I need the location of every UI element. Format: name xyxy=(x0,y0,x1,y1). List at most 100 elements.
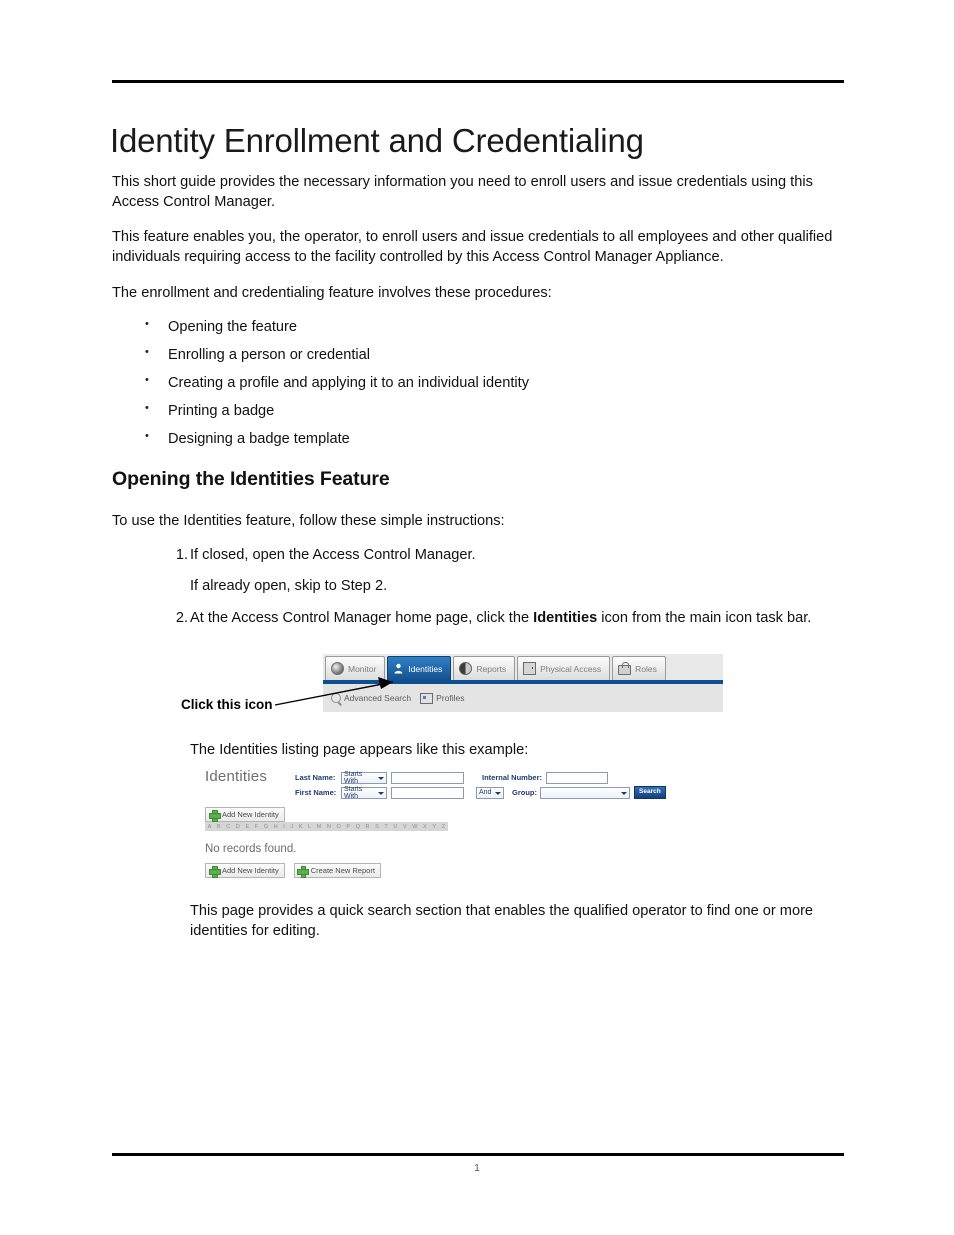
callout-label: Click this icon xyxy=(181,697,273,712)
step-1: 1. If closed, open the Access Control Ma… xyxy=(112,546,840,566)
first-name-operator-select[interactable]: Starts With xyxy=(341,785,387,800)
section-heading: Opening the Identities Feature xyxy=(112,468,390,490)
alpha-letter[interactable]: D xyxy=(236,824,240,830)
create-new-report-label: Create New Report xyxy=(310,866,375,875)
alpha-letter[interactable]: M xyxy=(317,824,322,830)
alpha-letter[interactable]: A xyxy=(208,824,212,830)
last-name-label: Last Name: xyxy=(295,773,336,782)
listing-caption-block: The Identities listing page appears like… xyxy=(112,740,840,760)
alpha-letter[interactable]: C xyxy=(226,824,230,830)
add-new-identity-bottom[interactable]: Add New Identity xyxy=(205,863,285,878)
conjunction-select[interactable]: And xyxy=(476,786,504,799)
alpha-letter[interactable]: E xyxy=(245,824,249,830)
list-item: Opening the feature xyxy=(112,317,840,338)
step-2-text-prefix: At the Access Control Manager home page,… xyxy=(190,610,534,627)
plus-icon xyxy=(297,865,310,878)
tab-reports-label: Reports xyxy=(476,663,507,674)
step-2-text-bold: Identities xyxy=(533,610,598,627)
alpha-letter[interactable]: P xyxy=(346,824,350,830)
alpha-letter[interactable]: I xyxy=(283,824,285,830)
quick-search-form: Last Name: Starts With Internal Number: … xyxy=(295,770,666,800)
bottom-button-row: Add New Identity Create New Report xyxy=(205,863,381,878)
alpha-letter[interactable]: F xyxy=(255,824,259,830)
no-records-message: No records found. xyxy=(205,843,297,855)
search-row-last-name: Last Name: Starts With Internal Number: xyxy=(295,770,666,785)
tab-reports[interactable]: Reports xyxy=(453,656,516,680)
alpha-letter[interactable]: K xyxy=(299,824,303,830)
sub-item-profiles-label: Profiles xyxy=(436,693,465,703)
plus-icon xyxy=(208,809,221,822)
id-card-icon xyxy=(420,693,434,704)
alpha-letter[interactable]: S xyxy=(375,824,379,830)
steps-list-2: 2. At the Access Control Manager home pa… xyxy=(112,609,840,629)
last-name-operator-select[interactable]: Starts With xyxy=(341,771,387,785)
alpha-letter[interactable]: U xyxy=(393,824,397,830)
first-name-input[interactable] xyxy=(391,786,464,799)
first-name-operator-value: Starts With xyxy=(344,785,363,800)
closing-paragraph: This page provides a quick search sectio… xyxy=(190,903,814,940)
section-body: To use the Identities feature, follow th… xyxy=(112,511,840,640)
chevron-down-icon xyxy=(378,776,384,780)
alpha-letter[interactable]: T xyxy=(384,824,388,830)
intro-block: This short guide provides the necessary … xyxy=(112,172,840,459)
chevron-down-icon xyxy=(495,791,501,795)
alphabet-filter[interactable]: A B C D E F G H I J K L M N O P Q R S T … xyxy=(205,822,448,831)
step-2: 2. At the Access Control Manager home pa… xyxy=(112,609,840,629)
tab-physical-access-label: Physical Access xyxy=(540,663,602,674)
add-new-identity-bottom-label: Add New Identity xyxy=(222,866,279,875)
alpha-letter[interactable]: R xyxy=(366,824,370,830)
step-2-number: 2. xyxy=(175,610,188,627)
door-icon xyxy=(523,662,537,675)
chevron-down-icon xyxy=(621,791,627,795)
section-block: Opening the Identities Feature xyxy=(112,468,840,491)
sub-item-profiles[interactable]: Profiles xyxy=(420,692,464,704)
intro-paragraph-1: This short guide provides the necessary … xyxy=(112,174,813,211)
list-item: Enrolling a person or credential xyxy=(112,345,840,366)
group-label: Group: xyxy=(512,788,537,797)
alpha-letter[interactable]: Z xyxy=(442,824,446,830)
page-number: 1 xyxy=(474,1163,480,1174)
globe-icon xyxy=(459,662,473,675)
internal-number-label: Internal Number: xyxy=(482,773,543,782)
alpha-letter[interactable]: G xyxy=(264,824,268,830)
page-title: Identity Enrollment and Credentialing xyxy=(110,122,644,160)
first-name-label: First Name: xyxy=(295,788,337,797)
chevron-down-icon xyxy=(378,791,384,795)
add-new-identity-top-label: Add New Identity xyxy=(222,810,279,819)
header-rule xyxy=(112,80,844,83)
step-1-text: If closed, open the Access Control Manag… xyxy=(190,547,476,564)
procedures-list: Opening the feature Enrolling a person o… xyxy=(112,317,840,450)
callout-arrow-icon xyxy=(274,677,394,706)
search-row-first-name: First Name: Starts With And Group: Searc… xyxy=(295,785,666,800)
conjunction-value: And xyxy=(479,789,492,796)
alpha-letter[interactable]: X xyxy=(423,824,427,830)
section-lead: To use the Identities feature, follow th… xyxy=(112,513,505,529)
alpha-letter[interactable]: Y xyxy=(432,824,436,830)
alpha-letter[interactable]: V xyxy=(403,824,407,830)
alpha-letter[interactable]: H xyxy=(274,824,278,830)
alpha-letter[interactable]: N xyxy=(327,824,331,830)
tab-roles[interactable]: Roles xyxy=(612,656,666,680)
alpha-letter[interactable]: L xyxy=(308,824,311,830)
create-new-report-button[interactable]: Create New Report xyxy=(293,863,381,878)
closing-block: This page provides a quick search sectio… xyxy=(112,901,840,941)
step-1-number: 1. xyxy=(175,547,188,564)
group-select[interactable] xyxy=(540,786,630,799)
alpha-letter[interactable]: J xyxy=(290,824,293,830)
tab-physical-access[interactable]: Physical Access xyxy=(517,656,611,680)
step-1-substep: If already open, skip to Step 2. xyxy=(190,578,388,595)
internal-number-input[interactable] xyxy=(546,771,608,784)
tab-roles-label: Roles xyxy=(635,663,657,674)
alpha-letter[interactable]: B xyxy=(217,824,221,830)
footer-rule xyxy=(112,1153,844,1156)
listing-caption: The Identities listing page appears like… xyxy=(190,742,529,758)
alpha-letter[interactable]: O xyxy=(336,824,340,830)
identities-heading: Identities xyxy=(205,768,268,785)
search-button[interactable]: Search xyxy=(634,786,666,799)
alpha-letter[interactable]: Q xyxy=(356,824,360,830)
intro-paragraph-3: The enrollment and credentialing feature… xyxy=(112,284,552,301)
alpha-letter[interactable]: W xyxy=(412,824,417,830)
plus-icon xyxy=(208,865,221,878)
identities-listing-screenshot: Identities Last Name: Starts With Intern… xyxy=(205,765,666,883)
last-name-input[interactable] xyxy=(391,771,464,784)
